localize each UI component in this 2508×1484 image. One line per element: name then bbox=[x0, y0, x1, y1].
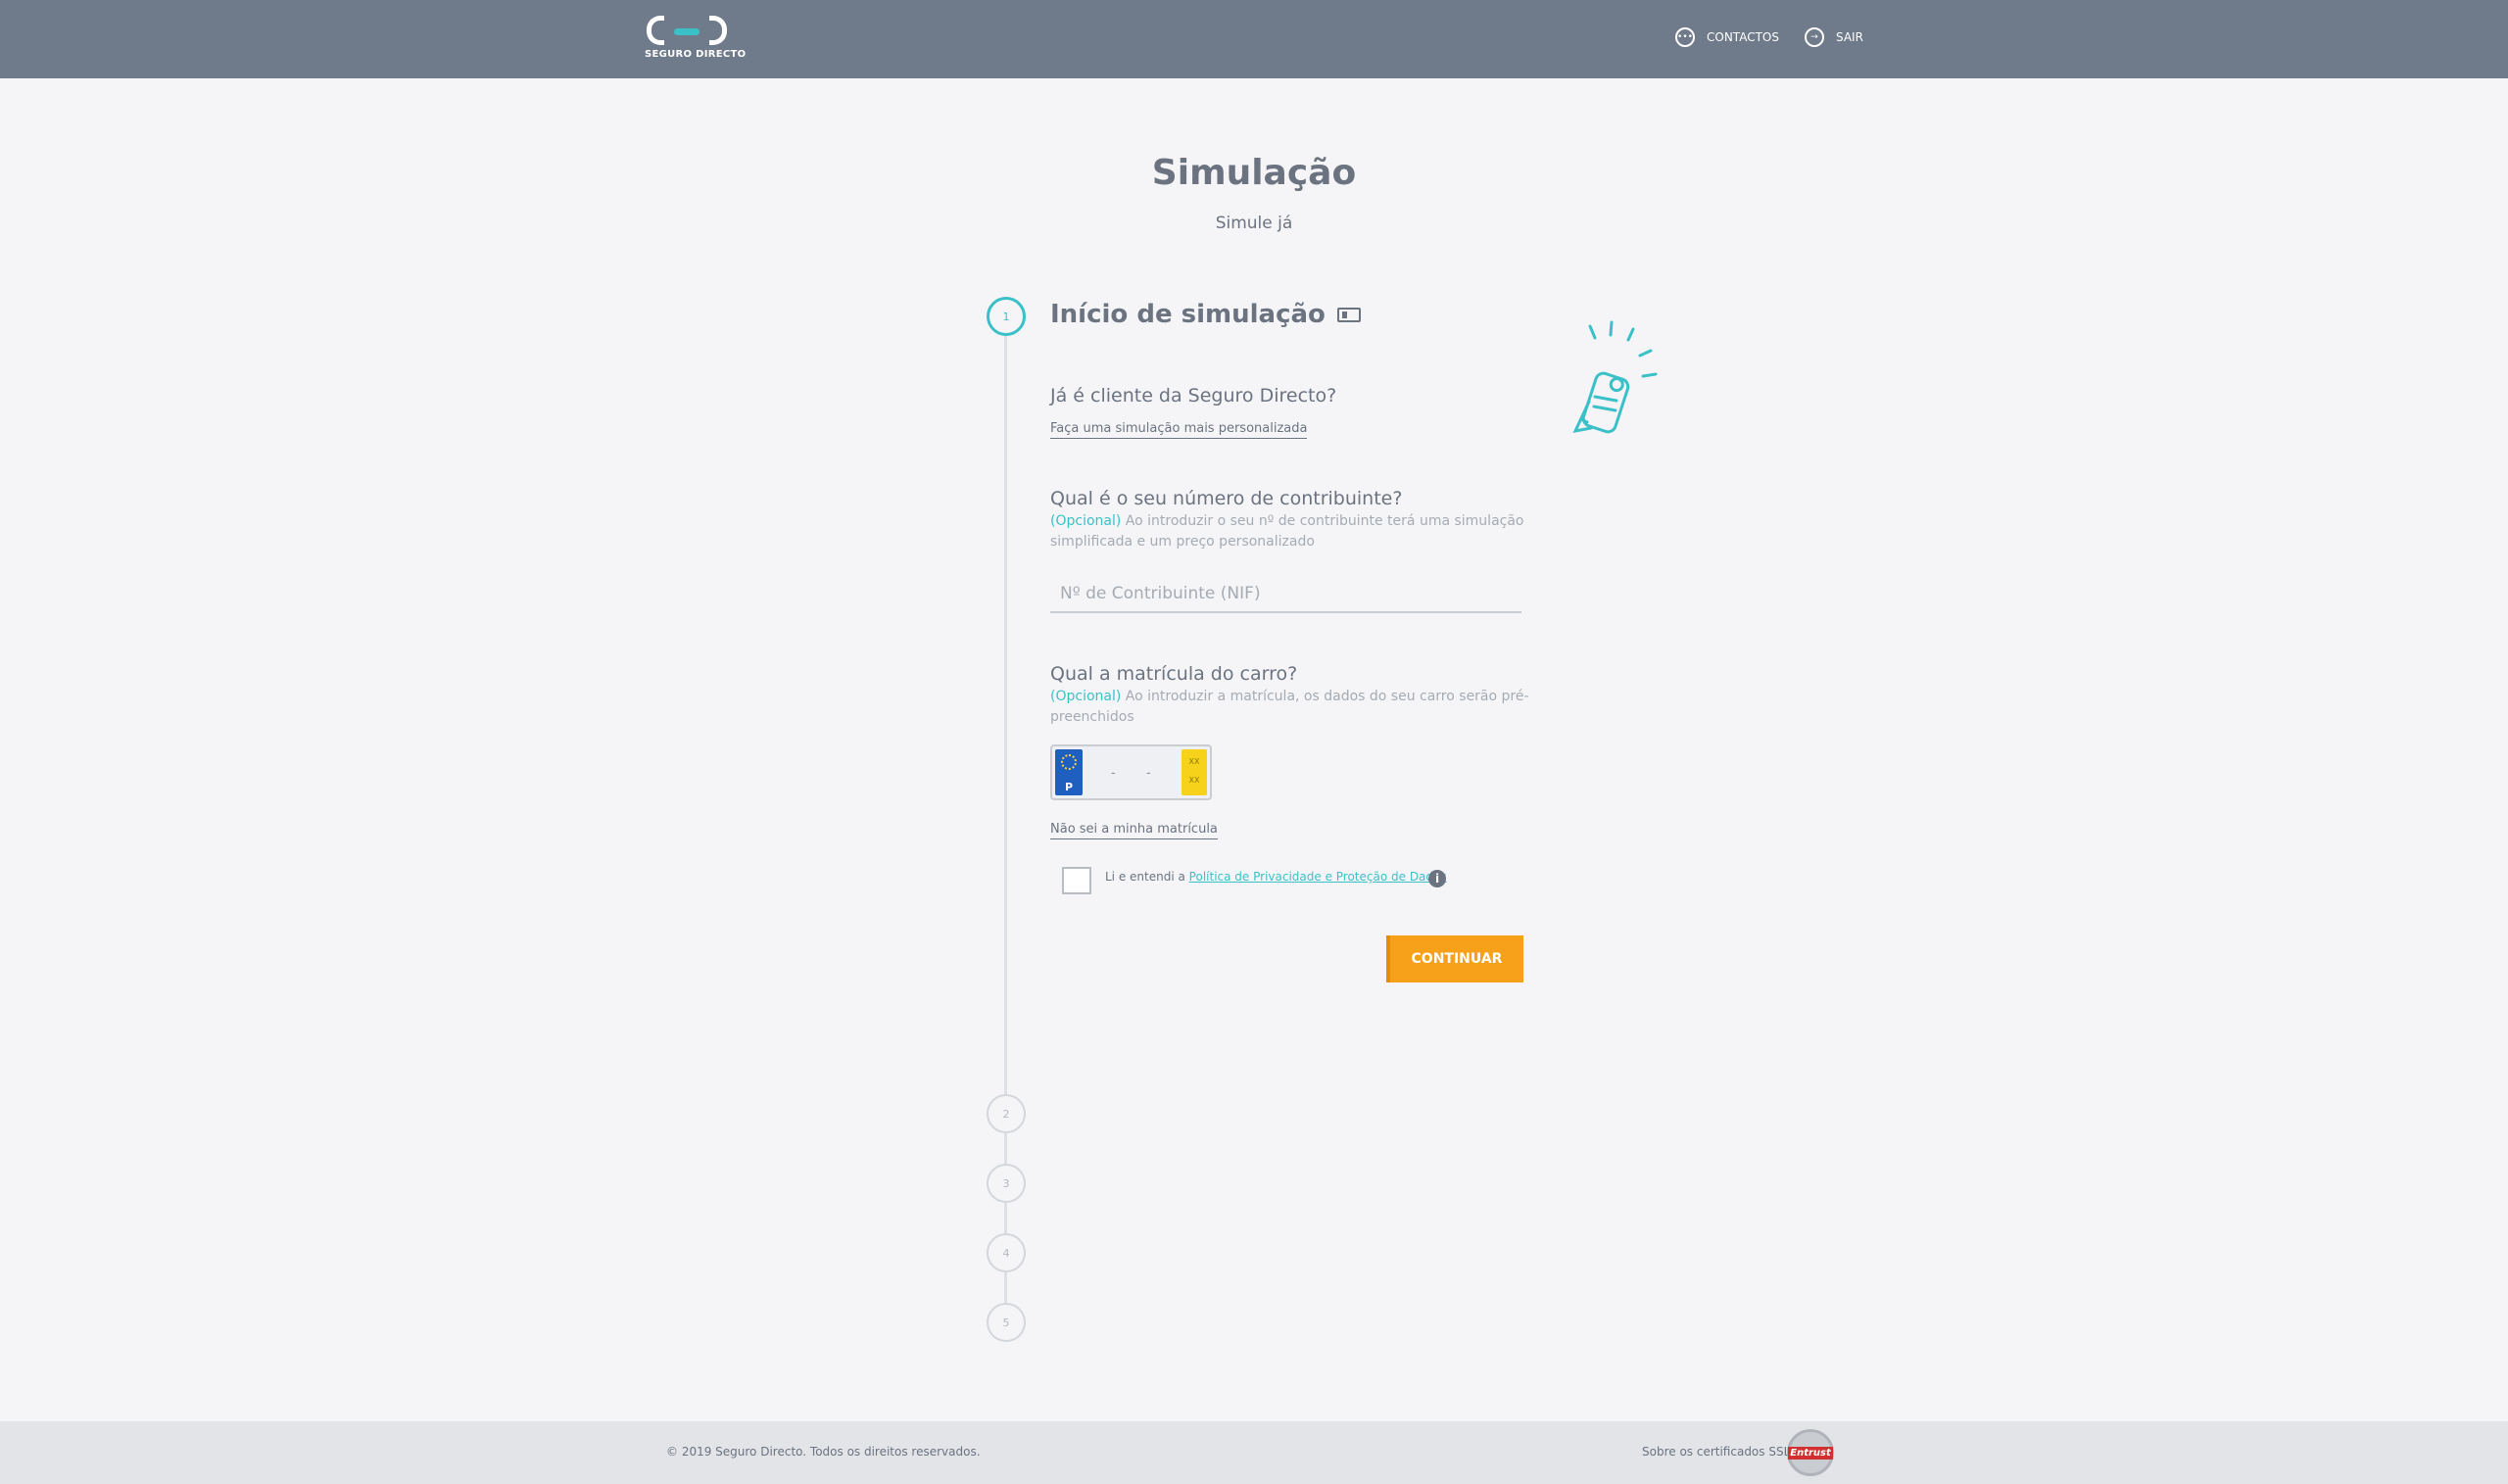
plate-country: P bbox=[1064, 781, 1074, 793]
privacy-policy-link[interactable]: Política de Privacidade e Proteção de Da… bbox=[1189, 870, 1447, 884]
client-question-label: Já é cliente da Seguro Directo? bbox=[1050, 385, 1337, 407]
continue-button[interactable]: CONTINUAR bbox=[1386, 935, 1523, 982]
plate-separator-1: - bbox=[1111, 766, 1116, 781]
entrust-badge[interactable]: Entrust bbox=[1787, 1429, 1834, 1476]
nif-hint-text: Ao introduzir o seu nº de contribuinte t… bbox=[1050, 513, 1524, 550]
nav-sair-label: SAIR bbox=[1836, 30, 1863, 44]
seguro-directo-logo[interactable]: SEGURO DIRECTO bbox=[645, 14, 747, 65]
page-subtitle: Simule já bbox=[1215, 214, 1293, 233]
info-icon[interactable]: i bbox=[1428, 870, 1446, 887]
section-title-text: Início de simulação bbox=[1050, 300, 1326, 329]
privacy-consent-label: Li e entendi a Política de Privacidade e… bbox=[1105, 870, 1447, 884]
car-keys-icon bbox=[1572, 320, 1658, 434]
nif-hint: (Opcional) Ao introduzir o seu nº de con… bbox=[1050, 511, 1530, 552]
step-3: 3 bbox=[987, 1164, 1026, 1203]
ssl-text: Sobre os certificados SSL: bbox=[1642, 1445, 1795, 1459]
unknown-plate-link[interactable]: Não sei a minha matrícula bbox=[1050, 822, 1218, 839]
plate-year-top: XX bbox=[1188, 757, 1200, 766]
eu-flag-icon: P bbox=[1055, 749, 1083, 795]
nav-contactos[interactable]: ••• CONTACTOS bbox=[1675, 27, 1779, 47]
top-header: SEGURO DIRECTO ••• CONTACTOS → SAIR bbox=[0, 0, 2508, 78]
copyright-text: © 2019 Seguro Directo. Todos os direitos… bbox=[666, 1445, 981, 1459]
plate-year-bottom: XX bbox=[1188, 776, 1200, 785]
page-footer: © 2019 Seguro Directo. Todos os direitos… bbox=[0, 1421, 2508, 1484]
chat-icon: ••• bbox=[1675, 27, 1695, 47]
plate-optional-tag: (Opcional) bbox=[1050, 689, 1122, 704]
nav-contactos-label: CONTACTOS bbox=[1707, 30, 1779, 44]
nif-input[interactable] bbox=[1050, 576, 1521, 613]
logo-text: SEGURO DIRECTO bbox=[645, 49, 747, 60]
personalized-simulation-link[interactable]: Faça uma simulação mais personalizada bbox=[1050, 421, 1308, 439]
step-1: 1 bbox=[987, 297, 1026, 336]
nif-question-label: Qual é o seu número de contribuinte? bbox=[1050, 488, 1403, 509]
nav-sair[interactable]: → SAIR bbox=[1805, 27, 1863, 47]
card-icon bbox=[1336, 307, 1361, 322]
page-title: Simulação bbox=[1151, 153, 1357, 193]
privacy-consent-text: Li e entendi a bbox=[1105, 870, 1185, 884]
plate-year-badge: XX XX bbox=[1182, 749, 1207, 795]
plate-hint: (Opcional) Ao introduzir a matrícula, os… bbox=[1050, 687, 1530, 728]
step-4: 4 bbox=[987, 1233, 1026, 1272]
plate-separator-2: - bbox=[1146, 766, 1151, 781]
logout-icon: → bbox=[1805, 27, 1824, 47]
section-title: Início de simulação bbox=[1050, 300, 1361, 329]
logo-mark-icon bbox=[645, 14, 729, 49]
entrust-logo-text: Entrust bbox=[1788, 1446, 1833, 1460]
step-2: 2 bbox=[987, 1094, 1026, 1133]
nif-optional-tag: (Opcional) bbox=[1050, 513, 1122, 529]
privacy-checkbox[interactable] bbox=[1062, 867, 1091, 894]
plate-hint-text: Ao introduzir a matrícula, os dados do s… bbox=[1050, 689, 1529, 725]
step-5: 5 bbox=[987, 1303, 1026, 1342]
license-plate-input[interactable]: P - - XX XX bbox=[1050, 744, 1212, 800]
plate-question-label: Qual a matrícula do carro? bbox=[1050, 663, 1298, 685]
